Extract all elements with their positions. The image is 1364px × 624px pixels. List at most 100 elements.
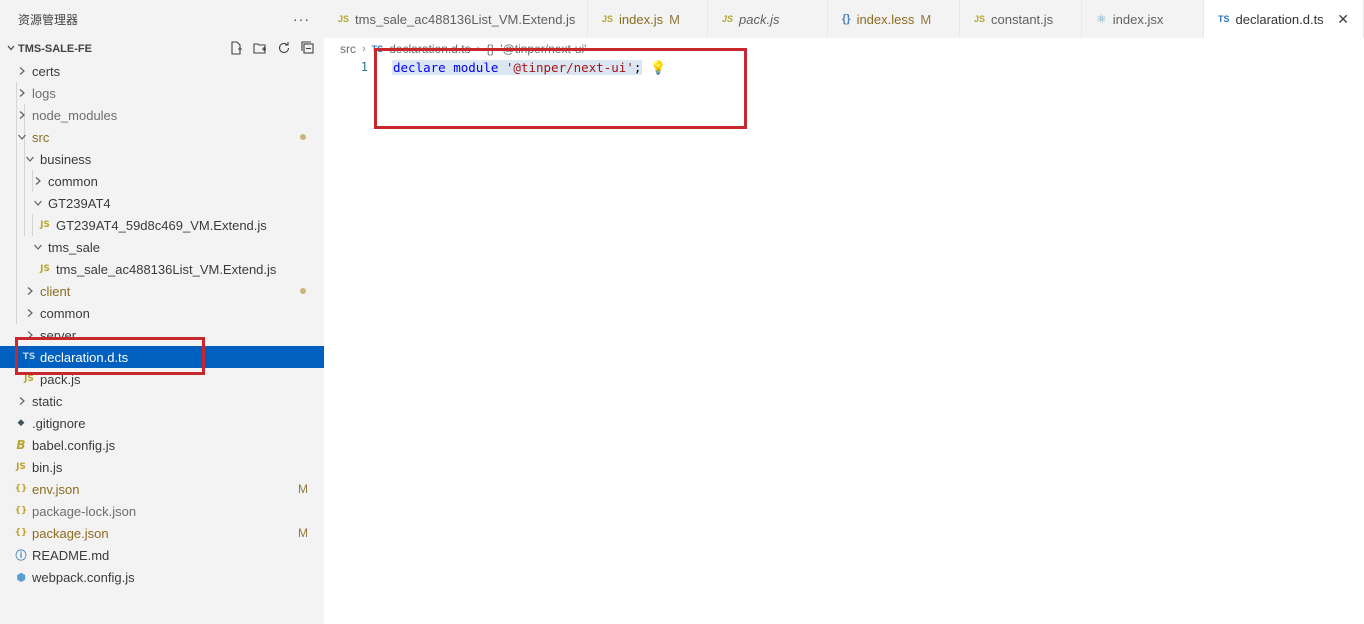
js-file-icon: JS — [40, 264, 50, 274]
tree-item-webpack-config[interactable]: ⬢ webpack.config.js — [0, 566, 324, 588]
chevron-right-icon — [24, 302, 36, 324]
tree-item-label: GT239AT4 — [48, 195, 111, 211]
json-file-icon: {} — [14, 484, 28, 494]
js-file-icon: JS — [974, 14, 986, 24]
file-tree: certs logs node_modules src business com… — [0, 60, 324, 588]
tab-declaration-d-ts[interactable]: TS declaration.d.ts ✕ — [1204, 0, 1364, 38]
editor-tabs: JS tms_sale_ac488136List_VM.Extend.js JS… — [324, 0, 1364, 38]
new-folder-icon[interactable] — [252, 40, 268, 56]
tab-label: index.less — [856, 11, 915, 27]
explorer-sidebar: 资源管理器 ··· TMS-SALE-FE certs logs node_mo… — [0, 0, 324, 624]
js-file-icon: JS — [24, 374, 34, 384]
js-file-icon: JS — [338, 14, 350, 24]
json-file-icon: {} — [14, 506, 28, 516]
tree-item-label: src — [32, 129, 50, 145]
tab-label: declaration.d.ts — [1235, 11, 1324, 27]
explorer-title: 资源管理器 — [18, 12, 79, 27]
chevron-right-icon — [16, 60, 28, 82]
tree-item-package-lock-json[interactable]: {} package-lock.json — [0, 500, 324, 522]
tree-item-tms-sale-extend-js[interactable]: JS tms_sale_ac488136List_VM.Extend.js — [0, 258, 324, 280]
tree-item-label: certs — [32, 63, 61, 79]
chevron-right-icon — [16, 390, 28, 412]
chevron-down-icon — [32, 236, 44, 258]
tree-item-label: static — [32, 393, 63, 409]
js-file-icon: JS — [16, 462, 26, 472]
breadcrumb-src[interactable]: src — [340, 42, 356, 56]
modified-dot — [300, 288, 306, 294]
info-icon: ⓘ — [15, 549, 27, 562]
tree-item-readme[interactable]: ⓘ README.md — [0, 544, 324, 566]
tree-item-business[interactable]: business — [0, 148, 324, 170]
tree-item-label: client — [40, 283, 71, 299]
tree-item-tms-sale[interactable]: tms_sale — [0, 236, 324, 258]
tree-item-common[interactable]: common — [0, 170, 324, 192]
tree-item-certs[interactable]: certs — [0, 60, 324, 82]
tree-item-label: common — [40, 305, 90, 321]
json-file-icon: {} — [14, 528, 28, 538]
tree-item-label: node_modules — [32, 107, 118, 123]
chevron-right-icon — [24, 280, 36, 302]
tree-item-gitignore[interactable]: ◆ .gitignore — [0, 412, 324, 434]
annotation-box-code — [374, 48, 747, 129]
collapse-all-icon[interactable] — [300, 40, 316, 56]
modified-dot — [300, 134, 306, 140]
tree-item-env-json[interactable]: {} env.json M — [0, 478, 324, 500]
tree-item-label: tms_sale — [48, 239, 101, 255]
tab-index-less[interactable]: {} index.less M — [828, 0, 960, 38]
tree-item-label: tms_sale_ac488136List_VM.Extend.js — [56, 261, 277, 277]
tab-label: index.jsx — [1112, 11, 1164, 27]
tab-label: pack.js — [739, 11, 780, 27]
tree-item-client[interactable]: client — [0, 280, 324, 302]
new-file-icon[interactable] — [228, 40, 244, 56]
chevron-right-icon — [16, 104, 28, 126]
line-number: 1 — [360, 60, 368, 74]
tab-index-js[interactable]: JS index.js M — [588, 0, 708, 38]
explorer-header: 资源管理器 ··· — [0, 0, 324, 38]
tab-pack-js[interactable]: JS pack.js — [708, 0, 828, 38]
code-editor[interactable]: 1 declare module '@tinper/next-ui'; 💡 — [324, 58, 1364, 624]
webpack-icon: ⬢ — [16, 570, 26, 584]
tree-item-label: bin.js — [32, 459, 63, 475]
modified-badge: M — [669, 11, 680, 27]
project-root[interactable]: TMS-SALE-FE — [0, 38, 324, 60]
tree-item-label: README.md — [32, 547, 110, 563]
chevron-right-icon — [16, 82, 28, 104]
tree-item-static[interactable]: static — [0, 390, 324, 412]
git-icon: ◆ — [17, 418, 25, 428]
tree-item-src[interactable]: src — [0, 126, 324, 148]
modified-badge: M — [298, 526, 308, 540]
tree-item-gt239at4[interactable]: GT239AT4 — [0, 192, 324, 214]
close-icon[interactable]: ✕ — [1337, 11, 1349, 28]
tree-item-label: package.json — [32, 525, 109, 541]
tree-item-label: babel.config.js — [32, 437, 116, 453]
chevron-down-icon — [32, 192, 44, 214]
tree-item-label: business — [40, 151, 92, 167]
tab-index-jsx[interactable]: ⚛ index.jsx — [1082, 0, 1204, 38]
tree-item-common-2[interactable]: common — [0, 302, 324, 324]
tab-constant-js[interactable]: JS constant.js — [960, 0, 1082, 38]
react-icon: ⚛ — [1096, 12, 1107, 26]
explorer-actions — [228, 40, 316, 56]
annotation-box-file — [15, 337, 205, 375]
chevron-down-icon — [24, 148, 36, 170]
chevron-right-icon — [32, 170, 44, 192]
more-actions-icon[interactable]: ··· — [293, 11, 310, 27]
tree-item-label: logs — [32, 85, 56, 101]
tree-item-label: env.json — [32, 481, 80, 497]
project-name: TMS-SALE-FE — [18, 43, 92, 55]
tree-item-gt239at4-extend-js[interactable]: JS GT239AT4_59d8c469_VM.Extend.js — [0, 214, 324, 236]
tree-item-babel-config[interactable]: B babel.config.js — [0, 434, 324, 456]
chevron-right-icon: › — [362, 43, 366, 55]
tab-tms-sale-extend-js[interactable]: JS tms_sale_ac488136List_VM.Extend.js — [324, 0, 588, 38]
modified-badge: M — [298, 482, 308, 496]
js-file-icon: JS — [722, 14, 734, 24]
tree-item-package-json[interactable]: {} package.json M — [0, 522, 324, 544]
tree-item-bin-js[interactable]: JS bin.js — [0, 456, 324, 478]
js-file-icon: JS — [40, 220, 50, 230]
refresh-icon[interactable] — [276, 40, 292, 56]
ts-file-icon: TS — [1218, 14, 1230, 24]
tree-item-label: common — [48, 173, 98, 189]
tree-item-node-modules[interactable]: node_modules — [0, 104, 324, 126]
tree-item-logs[interactable]: logs — [0, 82, 324, 104]
tab-label: constant.js — [991, 11, 1054, 27]
